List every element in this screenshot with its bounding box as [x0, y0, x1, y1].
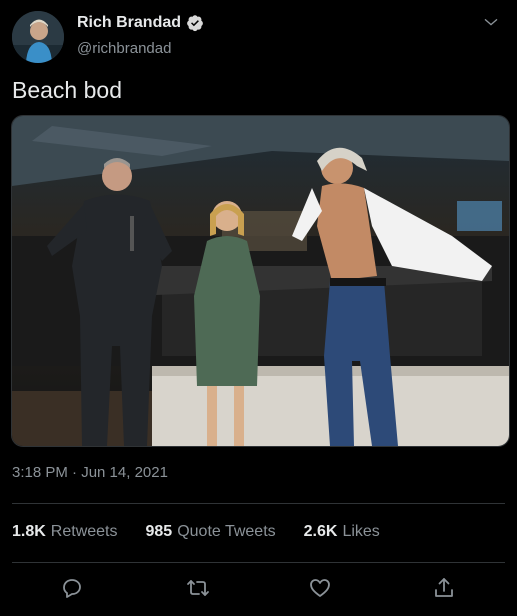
retweet-icon[interactable] [186, 576, 214, 604]
quote-tweets-label: Quote Tweets [177, 523, 276, 540]
avatar-image [12, 11, 64, 63]
divider [12, 503, 505, 504]
tweet-text: Beach bod [12, 77, 122, 103]
likes-count: 2.6K [303, 523, 338, 540]
author-name-row[interactable]: Rich Brandad [77, 14, 204, 32]
likes-label: Likes [342, 523, 380, 540]
avatar[interactable] [12, 11, 64, 63]
tweet-stats: 1.8K Retweets 985 Quote Tweets 2.6K Likes [12, 523, 380, 541]
author-handle[interactable]: @richbrandad [77, 40, 171, 57]
quote-tweets-count: 985 [145, 523, 173, 540]
tweet-photo[interactable] [11, 115, 510, 447]
verified-badge-icon [186, 14, 204, 32]
tweet-timestamp[interactable]: 3:18 PM · Jun 14, 2021 [12, 464, 168, 481]
heart-icon[interactable] [308, 576, 336, 604]
chevron-down-icon[interactable] [483, 14, 499, 30]
reply-icon[interactable] [60, 576, 88, 604]
quote-tweets-stat[interactable]: 985 Quote Tweets [146, 523, 276, 541]
photo-illustration [12, 116, 509, 446]
retweets-count: 1.8K [12, 523, 46, 540]
tweet-actions [0, 572, 517, 608]
retweets-stat[interactable]: 1.8K Retweets [12, 523, 118, 541]
likes-stat[interactable]: 2.6K Likes [304, 523, 380, 541]
retweets-label: Retweets [50, 523, 118, 540]
author-display-name[interactable]: Rich Brandad [77, 14, 181, 32]
divider [12, 562, 505, 563]
share-icon[interactable] [432, 576, 460, 604]
